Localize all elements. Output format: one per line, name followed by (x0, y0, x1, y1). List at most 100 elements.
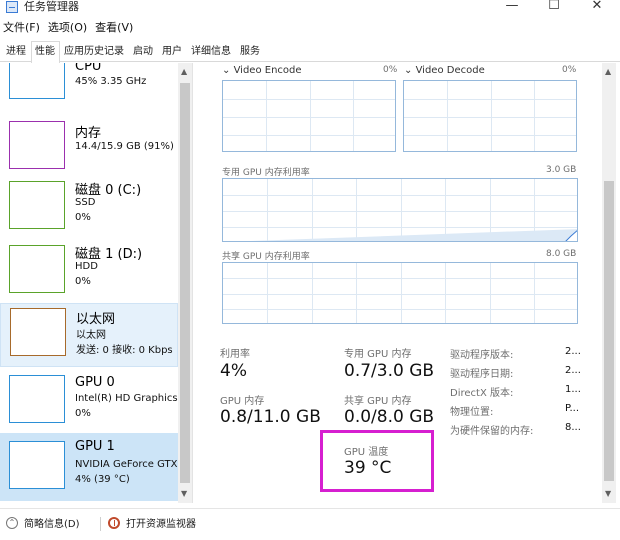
task-manager-icon (6, 1, 18, 13)
directx-version-label: DirectX 版本: (450, 388, 514, 399)
menu-bar: 文件(F) 选项(O) 查看(V) (0, 18, 138, 38)
tab-bar: 进程 性能 应用历史记录 启动 用户 详细信息 服务 (0, 41, 620, 63)
fewer-details-label: 简略信息(D) (24, 519, 80, 530)
video-encode-label: ⌄ Video Encode (222, 65, 302, 76)
panel-divider (192, 63, 193, 503)
tab-users[interactable]: 用户 (158, 41, 187, 62)
sidebar-item-detail: Intel(R) HD Graphics (75, 393, 178, 404)
shared-gpu-memory-label: 共享 GPU 内存 (344, 396, 412, 407)
sidebar-item-disk-1[interactable]: 磁盘 1 (D:) HDD 0% (0, 241, 178, 301)
dedicated-gpu-memory-value: 0.7/3.0 GB (344, 361, 435, 381)
cpu-thumbnail (9, 63, 65, 99)
dedicated-memory-line (250, 229, 577, 241)
sidebar-item-detail: 4% (39 °C) (75, 474, 130, 485)
driver-version-value: 2... (565, 346, 581, 357)
gpu-temperature-highlight (320, 430, 434, 492)
scroll-up-icon[interactable]: ▲ (605, 67, 611, 76)
sidebar-item-gpu-0[interactable]: GPU 0 Intel(R) HD Graphics 0% (0, 371, 178, 431)
reserved-memory-label: 为硬件保留的内存: (450, 426, 534, 437)
sidebar-item-detail: 45% 3.35 GHz (75, 76, 147, 87)
memory-thumbnail (9, 121, 65, 169)
scroll-down-icon[interactable]: ▼ (605, 489, 611, 498)
video-encode-graph (222, 80, 396, 152)
dedicated-memory-graph-max: 3.0 GB (546, 165, 577, 175)
utilization-value: 4% (220, 361, 247, 381)
dedicated-memory-graph-label: 专用 GPU 内存利用率 (222, 168, 310, 178)
menu-file[interactable]: 文件(F) (0, 18, 45, 38)
video-decode-value: 0% (562, 65, 577, 75)
close-button[interactable]: ✕ (575, 0, 619, 16)
fewer-details-button[interactable]: ⌃ 简略信息(D) (6, 515, 80, 530)
menu-view[interactable]: 查看(V) (92, 18, 138, 38)
sidebar-item-memory[interactable]: 内存 14.4/15.9 GB (91%) (0, 117, 178, 177)
tab-processes[interactable]: 进程 (2, 41, 31, 62)
sidebar-item-title: 磁盘 1 (D:) (75, 247, 143, 262)
disk-1-thumbnail (9, 245, 65, 293)
title-bar: 任务管理器 — ☐ ✕ (0, 0, 620, 16)
maximize-button[interactable]: ☐ (532, 0, 576, 16)
sidebar-scrollbar[interactable]: ▲ ▼ (178, 63, 192, 503)
sidebar-item-detail: HDD (75, 261, 98, 272)
sidebar-item-disk-0[interactable]: 磁盘 0 (C:) SSD 0% (0, 177, 178, 237)
utilization-label: 利用率 (220, 349, 250, 360)
shared-gpu-memory-value: 0.0/8.0 GB (344, 407, 435, 427)
shared-memory-graph (222, 262, 578, 324)
open-resource-monitor-link[interactable]: 打开资源监视器 (108, 515, 196, 530)
sidebar-item-detail: SSD (75, 197, 96, 208)
dedicated-memory-graph (222, 178, 578, 242)
gpu-0-thumbnail (9, 375, 65, 423)
sidebar-scroll-thumb[interactable] (180, 83, 190, 483)
menu-options[interactable]: 选项(O) (45, 18, 92, 38)
physical-location-value: P... (565, 403, 580, 414)
physical-location-label: 物理位置: (450, 407, 494, 418)
disk-0-thumbnail (9, 181, 65, 229)
sidebar-item-title: 内存 (75, 126, 102, 141)
ethernet-thumbnail (10, 308, 66, 356)
directx-version-value: 1... (565, 384, 581, 395)
sidebar-item-detail: 发送: 0 接收: 0 Kbps (76, 345, 173, 356)
open-resource-monitor-label: 打开资源监视器 (126, 519, 196, 530)
gpu-memory-label: GPU 内存 (220, 396, 265, 407)
dedicated-gpu-memory-label: 专用 GPU 内存 (344, 349, 412, 360)
sidebar-item-detail: 0% (75, 408, 91, 419)
shared-memory-graph-label: 共享 GPU 内存利用率 (222, 252, 310, 262)
sidebar-item-title: CPU (75, 63, 102, 74)
resource-monitor-icon (108, 516, 120, 529)
resource-sidebar: CPU 45% 3.35 GHz 内存 14.4/15.9 GB (91%) 磁… (0, 63, 192, 503)
gpu-memory-value: 0.8/11.0 GB (220, 407, 321, 427)
scroll-up-icon[interactable]: ▲ (181, 67, 187, 76)
sidebar-item-detail: 14.4/15.9 GB (91%) (75, 141, 174, 152)
sidebar-item-ethernet[interactable]: 以太网 以太网 发送: 0 接收: 0 Kbps (0, 303, 178, 367)
sidebar-item-title: 以太网 (76, 312, 116, 327)
sidebar-item-gpu-1[interactable]: GPU 1 NVIDIA GeForce GTX 4% (39 °C) (0, 433, 178, 501)
window-title: 任务管理器 (24, 0, 79, 13)
tab-details[interactable]: 详细信息 (187, 41, 236, 62)
shared-memory-graph-max: 8.0 GB (546, 249, 577, 259)
chevron-up-icon: ⌃ (6, 516, 18, 529)
driver-date-value: 2... (565, 365, 581, 376)
sidebar-item-title: GPU 0 (75, 375, 115, 390)
details-scrollbar[interactable]: ▲ ▼ (602, 63, 616, 503)
tab-services[interactable]: 服务 (236, 41, 265, 62)
sidebar-item-detail: NVIDIA GeForce GTX (75, 459, 178, 470)
video-decode-label: ⌄ Video Decode (404, 65, 485, 76)
reserved-memory-value: 8... (565, 422, 581, 433)
tab-startup[interactable]: 启动 (129, 41, 158, 62)
sidebar-item-title: 磁盘 0 (C:) (75, 183, 142, 198)
sidebar-item-detail: 0% (75, 276, 91, 287)
tab-app-history[interactable]: 应用历史记录 (60, 41, 129, 62)
sidebar-item-cpu[interactable]: CPU 45% 3.35 GHz (0, 63, 178, 107)
driver-version-label: 驱动程序版本: (450, 350, 514, 361)
driver-date-label: 驱动程序日期: (450, 369, 514, 380)
video-decode-graph (403, 80, 577, 152)
footer-bar: ⌃ 简略信息(D) 打开资源监视器 (0, 508, 620, 540)
footer-separator (100, 517, 101, 531)
sidebar-item-detail: 0% (75, 212, 91, 223)
tab-performance[interactable]: 性能 (31, 41, 60, 63)
details-scroll-thumb[interactable] (604, 181, 614, 481)
gpu-1-thumbnail (9, 441, 65, 489)
minimize-button[interactable]: — (490, 0, 534, 16)
scroll-down-icon[interactable]: ▼ (181, 489, 187, 498)
video-encode-value: 0% (383, 65, 398, 75)
sidebar-item-title: GPU 1 (75, 439, 115, 454)
